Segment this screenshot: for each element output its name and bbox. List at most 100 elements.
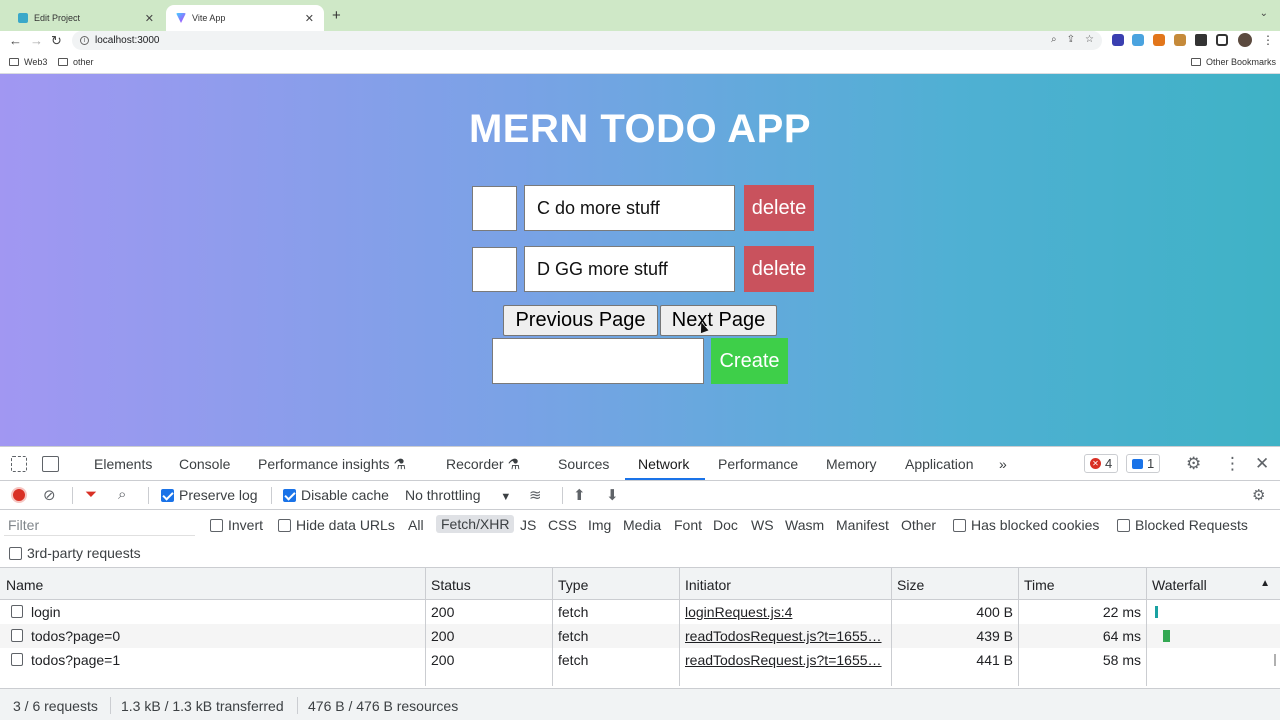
todo-checkbox[interactable] (472, 186, 517, 231)
bookmark-star-icon[interactable]: ☆ (1085, 34, 1094, 45)
settings-gear-icon[interactable]: ⚙ (1186, 454, 1201, 474)
tab-close-icon[interactable]: ✕ (305, 12, 314, 25)
tab-performance-insights[interactable]: Performance insights ⚗ (258, 456, 406, 473)
other-bookmarks-folder[interactable]: Other Bookmarks (1191, 57, 1276, 67)
tab-close-icon[interactable]: ✕ (145, 12, 154, 25)
metamask-icon[interactable] (1153, 34, 1165, 46)
extension-icon[interactable] (1132, 34, 1144, 46)
back-arrow-icon[interactable]: ← (9, 33, 22, 48)
new-tab-button[interactable]: + (332, 7, 341, 24)
profile-avatar[interactable] (1238, 33, 1252, 47)
throttling-select[interactable]: No throttling ▼ (405, 487, 511, 503)
checkbox-label: Disable cache (301, 487, 389, 503)
browser-menu-icon[interactable]: ⋮ (1262, 33, 1274, 47)
create-button[interactable]: Create (711, 338, 788, 384)
filter-bar: Filter Invert Hide data URLs All Fetch/X… (0, 510, 1280, 568)
filter-funnel-icon[interactable]: ⏷ (85, 486, 97, 503)
site-info-icon[interactable]: i (80, 36, 89, 45)
request-name: login (31, 604, 61, 620)
filter-type-img[interactable]: Img (588, 517, 611, 533)
side-panel-icon[interactable] (1216, 34, 1228, 46)
blocked-requests-checkbox[interactable]: Blocked Requests (1117, 517, 1248, 533)
inspect-element-icon[interactable] (11, 456, 27, 472)
tab-recorder[interactable]: Recorder ⚗ (446, 456, 520, 473)
column-header-type[interactable]: Type (552, 568, 680, 600)
preserve-log-checkbox[interactable]: Preserve log (161, 487, 258, 503)
tab-sources[interactable]: Sources (558, 456, 609, 472)
invert-checkbox[interactable]: Invert (210, 517, 263, 533)
hide-data-urls-checkbox[interactable]: Hide data URLs (278, 517, 395, 533)
todo-checkbox[interactable] (472, 247, 517, 292)
address-bar[interactable]: i localhost:3000 ⌕ ⇪ ☆ (72, 31, 1102, 50)
tab-vite-app[interactable]: Vite App ✕ (166, 5, 324, 31)
previous-page-button[interactable]: Previous Page (503, 305, 658, 336)
delete-button[interactable]: delete (744, 246, 814, 292)
third-party-requests-checkbox[interactable]: 3rd-party requests (9, 545, 141, 561)
tab-elements[interactable]: Elements (94, 456, 152, 472)
column-header-time[interactable]: Time (1018, 568, 1147, 600)
checkbox-checked (161, 489, 174, 502)
column-divider (891, 568, 892, 686)
tab-edit-project[interactable]: Edit Project ✕ (8, 5, 164, 31)
share-icon[interactable]: ⇪ (1067, 34, 1075, 45)
filter-type-ws[interactable]: WS (751, 517, 774, 533)
column-header-status[interactable]: Status (425, 568, 553, 600)
request-initiator-link[interactable]: loginRequest.js:4 (685, 604, 885, 620)
request-initiator-link[interactable]: readTodosRequest.js?t=1655… (685, 628, 885, 644)
bookmark-folder-other[interactable]: other (58, 57, 94, 67)
todo-text-input[interactable]: C do more stuff (524, 185, 735, 231)
filter-type-css[interactable]: CSS (548, 517, 577, 533)
more-tabs-button[interactable]: » (999, 456, 1007, 472)
disable-cache-checkbox[interactable]: Disable cache (283, 487, 389, 503)
filter-type-other[interactable]: Other (901, 517, 936, 533)
device-toolbar-icon[interactable] (42, 456, 59, 472)
column-header-size[interactable]: Size (891, 568, 1019, 600)
tab-console[interactable]: Console (179, 456, 230, 472)
record-icon[interactable] (11, 487, 27, 503)
filter-type-fetch-xhr[interactable]: Fetch/XHR (436, 515, 515, 533)
next-page-button[interactable]: Next Page (660, 305, 777, 336)
filter-type-wasm[interactable]: Wasm (785, 517, 824, 533)
filter-input[interactable]: Filter (4, 514, 195, 536)
request-initiator-link[interactable]: readTodosRequest.js?t=1655… (685, 652, 885, 668)
table-row[interactable]: todos?page=1 200 fetch readTodosRequest.… (0, 648, 1280, 672)
reload-icon[interactable]: ↻ (51, 33, 62, 49)
filter-type-js[interactable]: JS (520, 517, 536, 533)
clear-icon[interactable]: ⊘ (43, 486, 56, 504)
extension-icon[interactable] (1174, 34, 1186, 46)
devtools-menu-icon[interactable]: ⋮ (1224, 454, 1241, 474)
extensions-puzzle-icon[interactable] (1195, 34, 1207, 46)
delete-button[interactable]: delete (744, 185, 814, 231)
errors-badge[interactable]: ✕ 4 (1084, 454, 1119, 473)
forward-arrow-icon[interactable]: → (30, 33, 43, 48)
extension-icon[interactable] (1112, 34, 1124, 46)
bookmark-folder-web3[interactable]: Web3 (9, 57, 47, 67)
filter-type-all[interactable]: All (408, 517, 424, 533)
close-devtools-icon[interactable]: ✕ (1255, 454, 1269, 474)
has-blocked-cookies-checkbox[interactable]: Has blocked cookies (953, 517, 1099, 533)
tab-application[interactable]: Application (905, 456, 974, 472)
filter-type-media[interactable]: Media (623, 517, 661, 533)
table-row[interactable]: todos?page=0 200 fetch readTodosRequest.… (0, 624, 1280, 648)
import-har-icon[interactable]: ⬆ (573, 486, 586, 504)
column-header-initiator[interactable]: Initiator (679, 568, 892, 600)
column-header-name[interactable]: Name (0, 568, 426, 600)
zoom-icon[interactable]: ⌕ (1051, 34, 1057, 45)
table-row[interactable]: login 200 fetch loginRequest.js:4 400 B … (0, 600, 1280, 624)
search-icon[interactable]: ⌕ (118, 486, 126, 503)
column-header-waterfall[interactable]: Waterfall ▲ (1146, 568, 1280, 600)
network-status-bar: 3 / 6 requests 1.3 kB / 1.3 kB transferr… (0, 688, 1280, 720)
filter-type-doc[interactable]: Doc (713, 517, 738, 533)
tab-memory[interactable]: Memory (826, 456, 877, 472)
tab-performance[interactable]: Performance (718, 456, 798, 472)
filter-type-font[interactable]: Font (674, 517, 702, 533)
messages-badge[interactable]: 1 (1126, 454, 1161, 473)
network-conditions-wifi-icon[interactable]: ≋ (529, 486, 542, 504)
tab-search-chevron-icon[interactable]: ⌄ (1260, 8, 1268, 19)
new-todo-input[interactable] (492, 338, 704, 384)
filter-type-manifest[interactable]: Manifest (836, 517, 889, 533)
network-settings-gear-icon[interactable]: ⚙ (1252, 486, 1265, 504)
export-har-icon[interactable]: ⬇ (606, 486, 619, 504)
tab-network[interactable]: Network (638, 456, 689, 472)
todo-text-input[interactable]: D GG more stuff (524, 246, 735, 292)
